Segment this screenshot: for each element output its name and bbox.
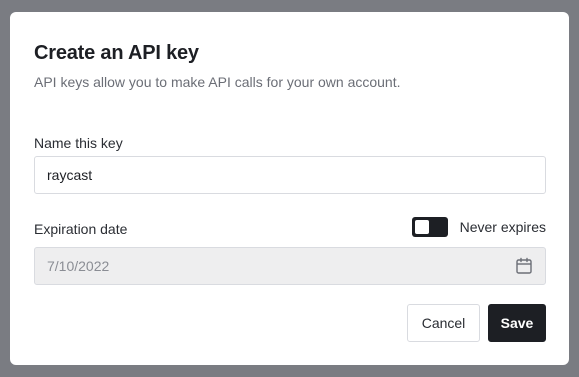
- expiration-date-value: 7/10/2022: [47, 258, 110, 274]
- never-expires-toggle[interactable]: [411, 217, 448, 237]
- cancel-button[interactable]: Cancel: [407, 304, 480, 342]
- never-expires-toggle-group: Never expires: [411, 217, 546, 237]
- calendar-icon: [515, 257, 533, 275]
- save-button[interactable]: Save: [488, 304, 546, 342]
- toggle-knob: [414, 220, 429, 234]
- never-expires-label: Never expires: [459, 219, 546, 235]
- create-api-key-dialog: Create an API key API keys allow you to …: [10, 12, 569, 365]
- dialog-subtitle: API keys allow you to make API calls for…: [34, 74, 401, 90]
- expiration-date-label: Expiration date: [34, 221, 128, 237]
- key-name-input[interactable]: [34, 156, 546, 194]
- name-field-label: Name this key: [34, 135, 123, 151]
- dialog-title: Create an API key: [34, 42, 199, 64]
- expiration-date-input: 7/10/2022: [34, 247, 546, 285]
